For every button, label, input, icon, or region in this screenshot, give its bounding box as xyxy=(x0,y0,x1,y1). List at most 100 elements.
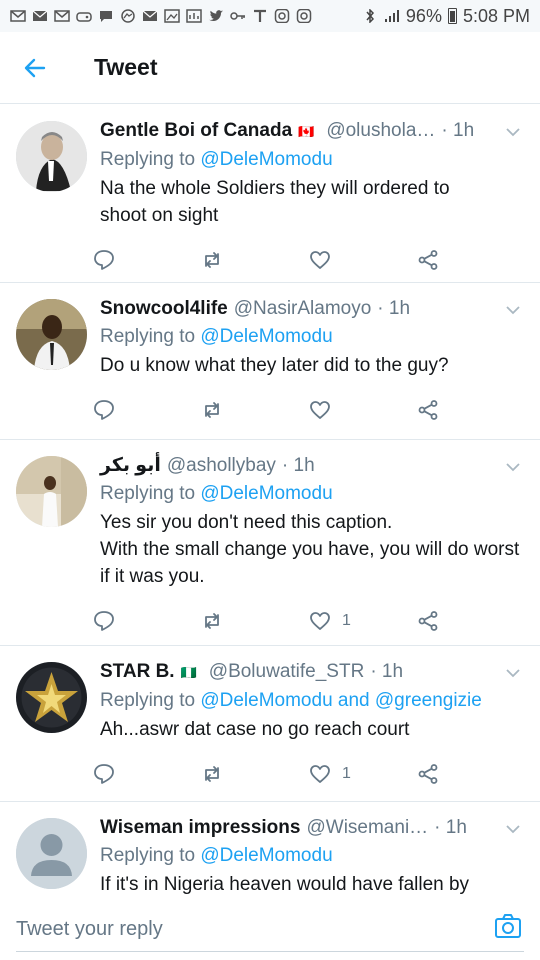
mention-link[interactable]: @DeleMomodu and @greengizie xyxy=(200,690,482,711)
like-button[interactable]: 1 xyxy=(308,609,416,633)
share-button[interactable] xyxy=(416,398,524,422)
tweet[interactable]: أبو بكر @ashollybay · 1h Replying to @De… xyxy=(0,440,540,646)
back-button[interactable] xyxy=(0,32,70,104)
heart-icon xyxy=(310,401,330,419)
reply-feed[interactable]: Gentle Boi of Canada 🇨🇦 @olushola… · 1h … xyxy=(0,105,540,900)
canada-flag-icon: 🇨🇦 xyxy=(298,124,315,139)
reply-button[interactable] xyxy=(92,398,200,422)
tweet-actions xyxy=(92,379,524,441)
timestamp: · 1h xyxy=(370,661,404,682)
replying-prefix: Replying to xyxy=(100,483,196,504)
mail-icon xyxy=(32,9,48,23)
like-button[interactable] xyxy=(308,398,416,422)
mention-link[interactable]: @DeleMomodu xyxy=(200,483,332,504)
user-handle[interactable]: @NasirAlamoyo xyxy=(234,297,372,321)
replying-prefix: Replying to xyxy=(100,845,196,866)
heart-icon xyxy=(310,765,330,783)
share-button[interactable] xyxy=(416,609,524,633)
user-handle[interactable]: @olushola… xyxy=(326,119,435,143)
display-name[interactable]: أبو بكر xyxy=(100,454,161,478)
display-name[interactable]: Gentle Boi of Canada xyxy=(100,119,292,143)
tweet[interactable]: STAR B. 🇳🇬 @Boluwatife_STR · 1h Replying… xyxy=(0,646,540,802)
retweet-button[interactable] xyxy=(200,762,308,786)
image-icon xyxy=(164,9,180,23)
chat-icon xyxy=(98,9,114,23)
tweet[interactable]: Gentle Boi of Canada 🇨🇦 @olushola… · 1h … xyxy=(0,105,540,283)
avatar[interactable] xyxy=(16,456,87,527)
avatar[interactable] xyxy=(16,121,87,192)
retweet-icon xyxy=(205,402,219,418)
retweet-button[interactable] xyxy=(200,398,308,422)
tweet-actions: 1 xyxy=(92,590,524,652)
tweet-actions: 1 xyxy=(92,743,524,805)
signal-icon xyxy=(384,9,400,23)
email-icon xyxy=(142,9,158,23)
reply-button[interactable] xyxy=(92,609,200,633)
heart-icon xyxy=(310,612,330,630)
user-handle[interactable]: @Boluwatife_STR xyxy=(209,660,365,684)
status-bar: 96% 5:08 PM xyxy=(0,0,540,32)
chevron-down-icon[interactable] xyxy=(504,458,522,476)
mention-link[interactable]: @DeleMomodu xyxy=(200,326,332,347)
camera-icon[interactable] xyxy=(494,912,522,940)
display-name[interactable]: Snowcool4life xyxy=(100,297,228,321)
avatar[interactable] xyxy=(16,818,87,889)
mention-link[interactable]: @DeleMomodu xyxy=(200,149,332,170)
reply-icon xyxy=(94,764,114,784)
tweet[interactable]: Snowcool4life @NasirAlamoyo · 1h Replyin… xyxy=(0,283,540,440)
bluetooth-icon xyxy=(362,9,378,23)
timestamp: · 1h xyxy=(281,455,315,476)
tweet-header: Gentle Boi of Canada 🇨🇦 @olushola… · 1h xyxy=(100,119,524,144)
tweet-header: STAR B. 🇳🇬 @Boluwatife_STR · 1h xyxy=(100,660,524,685)
replying-prefix: Replying to xyxy=(100,690,196,711)
twitter-icon xyxy=(208,9,224,23)
tweet-text: Ah...aswr dat case no go reach court xyxy=(100,719,410,740)
text-icon xyxy=(252,9,268,23)
mention-link[interactable]: @DeleMomodu xyxy=(200,845,332,866)
top-bar: Tweet xyxy=(0,32,540,104)
instagram-icon xyxy=(296,9,312,23)
timestamp: · 1h xyxy=(441,120,475,141)
chevron-down-icon[interactable] xyxy=(504,301,522,319)
heart-icon xyxy=(310,251,330,269)
reply-button[interactable] xyxy=(92,762,200,786)
email-icon xyxy=(54,9,70,23)
share-icon xyxy=(418,611,438,631)
notification-icons xyxy=(10,9,362,23)
page-title: Tweet xyxy=(94,54,158,80)
like-count: 1 xyxy=(342,612,351,629)
share-button[interactable] xyxy=(416,248,524,272)
chevron-down-icon[interactable] xyxy=(504,123,522,141)
retweet-button[interactable] xyxy=(200,248,308,272)
tweet[interactable]: Wiseman impressions @Wisemani… · 1h Repl… xyxy=(0,802,540,900)
replying-prefix: Replying to xyxy=(100,149,196,170)
reply-input[interactable] xyxy=(16,912,446,946)
share-icon xyxy=(418,400,438,420)
timestamp: · 1h xyxy=(434,817,467,838)
reply-icon xyxy=(94,250,114,270)
reply-button[interactable] xyxy=(92,248,200,272)
reply-icon xyxy=(94,400,114,420)
replying-to: Replying to @DeleMomodu and @greengizie xyxy=(100,687,524,715)
reply-bar xyxy=(0,900,540,960)
tweet-actions xyxy=(92,229,524,291)
tweet-header: أبو بكر @ashollybay · 1h xyxy=(100,454,524,478)
avatar[interactable] xyxy=(16,662,87,733)
tweet-header: Wiseman impressions @Wisemani… · 1h xyxy=(100,816,524,840)
user-handle[interactable]: @ashollybay xyxy=(167,454,276,478)
share-button[interactable] xyxy=(416,762,524,786)
user-handle[interactable]: @Wisemani… xyxy=(306,816,428,840)
chevron-down-icon[interactable] xyxy=(504,820,522,838)
key-icon xyxy=(230,9,246,23)
like-button[interactable]: 1 xyxy=(308,762,416,786)
avatar[interactable] xyxy=(16,299,87,370)
like-button[interactable] xyxy=(308,248,416,272)
display-name[interactable]: STAR B. xyxy=(100,660,175,684)
replying-to: Replying to @DeleMomodu xyxy=(100,842,524,870)
retweet-button[interactable] xyxy=(200,609,308,633)
replying-to: Replying to @DeleMomodu xyxy=(100,480,524,508)
display-name[interactable]: Wiseman impressions xyxy=(100,816,300,840)
chevron-down-icon[interactable] xyxy=(504,664,522,682)
replying-to: Replying to @DeleMomodu xyxy=(100,146,524,174)
network-icon xyxy=(186,9,202,23)
